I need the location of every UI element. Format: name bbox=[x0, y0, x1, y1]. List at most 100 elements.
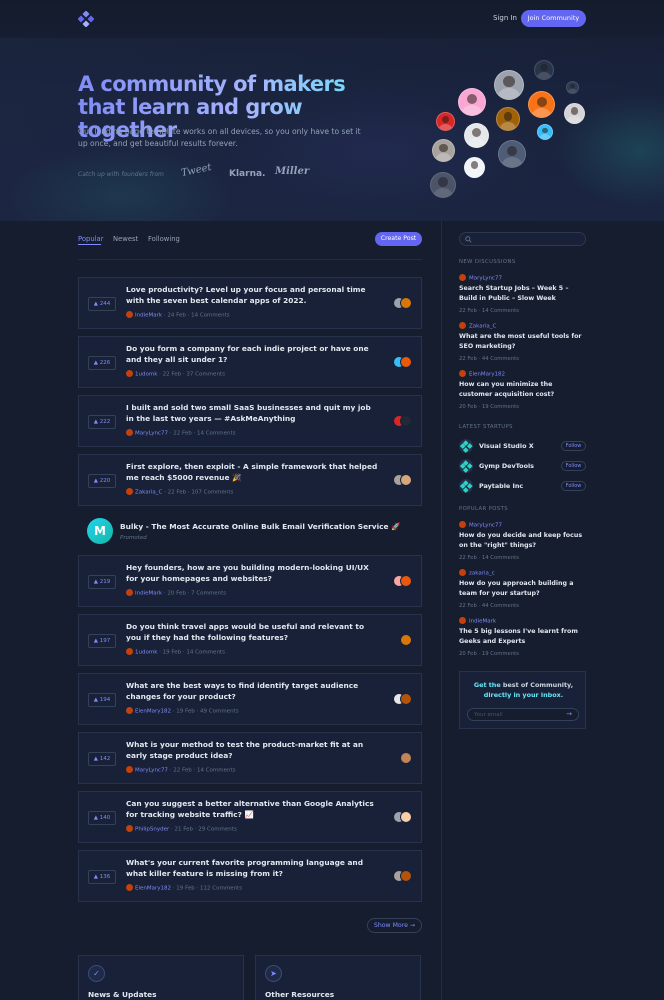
follow-button[interactable]: Follow bbox=[561, 481, 586, 491]
discussion-title[interactable]: How can you minimize the customer acquis… bbox=[459, 380, 586, 400]
avatar bbox=[400, 474, 412, 486]
post-comments[interactable]: 37 Comments bbox=[186, 372, 225, 378]
promo-title[interactable]: Bulky - The Most Accurate Online Bulk Em… bbox=[120, 522, 400, 531]
discussion-author[interactable]: ElenMary182 bbox=[459, 370, 505, 378]
follow-button[interactable]: Follow bbox=[561, 461, 586, 471]
post-comments[interactable]: 14 Comments bbox=[197, 768, 236, 774]
popular-post-author[interactable]: zakaria_c bbox=[459, 569, 495, 577]
upvote-button[interactable]: ▲ 226 bbox=[88, 356, 116, 370]
email-field[interactable]: Your email → bbox=[467, 708, 579, 721]
arrow-right-icon[interactable]: → bbox=[566, 710, 572, 718]
post-comments[interactable]: 7 Comments bbox=[191, 591, 226, 597]
upvote-button[interactable]: ▲ 197 bbox=[88, 634, 116, 648]
post-card[interactable]: ▲ 222 I built and sold two small SaaS bu… bbox=[78, 395, 422, 447]
post-card[interactable]: ▲ 219 Hey founders, how are you building… bbox=[78, 555, 422, 607]
promoted-post[interactable]: M Bulky - The Most Accurate Online Bulk … bbox=[78, 510, 422, 554]
discussion-author[interactable]: Zakaria_C bbox=[459, 322, 496, 330]
show-more-button[interactable]: Show More → bbox=[367, 918, 422, 933]
search-input[interactable] bbox=[459, 232, 586, 246]
discussion-title[interactable]: Search Startup Jobs – Week 5 – Build in … bbox=[459, 284, 586, 304]
divider bbox=[78, 259, 422, 260]
post-comments[interactable]: 112 Comments bbox=[200, 886, 242, 892]
cursor-icon: ➤ bbox=[265, 965, 282, 982]
post-card[interactable]: ▲ 136 What's your current favorite progr… bbox=[78, 850, 422, 902]
post-date: 19 Feb bbox=[162, 649, 182, 656]
post-author[interactable]: IndieMark bbox=[135, 313, 162, 319]
post-title[interactable]: Do you think travel apps would be useful… bbox=[126, 621, 381, 643]
post-title[interactable]: First explore, then exploit - A simple f… bbox=[126, 461, 381, 483]
post-comments[interactable]: 14 Comments bbox=[197, 431, 236, 437]
author-avatar bbox=[126, 884, 133, 891]
upvote-button[interactable]: ▲ 142 bbox=[88, 752, 116, 766]
popular-post-author[interactable]: MaryLync77 bbox=[459, 521, 502, 529]
upvote-button[interactable]: ▲ 244 bbox=[88, 297, 116, 311]
post-author[interactable]: Zakaria_C bbox=[135, 490, 162, 496]
post-card[interactable]: ▲ 140 Can you suggest a better alternati… bbox=[78, 791, 422, 843]
post-card[interactable]: ▲ 142 What is your method to test the pr… bbox=[78, 732, 422, 784]
post-meta: ElenMary182 · 19 Feb · 112 Comments bbox=[126, 884, 242, 892]
post-author[interactable]: 1udomk bbox=[135, 372, 157, 378]
follow-button[interactable]: Follow bbox=[561, 441, 586, 451]
sign-in-link[interactable]: Sign In bbox=[493, 14, 517, 22]
post-title[interactable]: Love productivity? Level up your focus a… bbox=[126, 284, 381, 306]
post-author[interactable]: ElenMary182 bbox=[135, 709, 171, 715]
tab-following[interactable]: Following bbox=[148, 235, 180, 243]
discussion-author[interactable]: MaryLync77 bbox=[459, 274, 502, 282]
post-card[interactable]: ▲ 194 What are the best ways to find ide… bbox=[78, 673, 422, 725]
post-card[interactable]: ▲ 197 Do you think travel apps would be … bbox=[78, 614, 422, 666]
post-title[interactable]: Do you form a company for each indie pro… bbox=[126, 343, 381, 365]
post-comments[interactable]: 14 Comments bbox=[191, 313, 230, 319]
avatar bbox=[400, 575, 412, 587]
tab-newest[interactable]: Newest bbox=[113, 235, 138, 243]
community-logo-icon[interactable] bbox=[78, 11, 94, 27]
card-title[interactable]: News & Updates bbox=[88, 990, 157, 999]
startup-name[interactable]: Gymp DevTools bbox=[479, 462, 534, 470]
popular-post-title[interactable]: The 5 big lessons I've learnt from Geeks… bbox=[459, 627, 586, 647]
post-comments[interactable]: 29 Comments bbox=[198, 827, 237, 833]
popular-post-title[interactable]: How do you decide and keep focus on the … bbox=[459, 531, 586, 551]
upvote-button[interactable]: ▲ 219 bbox=[88, 575, 116, 589]
post-meta: 1udomk · 22 Feb · 37 Comments bbox=[126, 370, 225, 378]
startup-name[interactable]: Visual Studio X bbox=[479, 442, 534, 450]
join-community-button[interactable]: Join Community bbox=[521, 10, 586, 27]
post-card[interactable]: ▲ 220 First explore, then exploit - A si… bbox=[78, 454, 422, 506]
post-card[interactable]: ▲ 226 Do you form a company for each ind… bbox=[78, 336, 422, 388]
author-avatar bbox=[126, 488, 133, 495]
post-comments[interactable]: 107 Comments bbox=[191, 490, 233, 496]
popular-post-title[interactable]: How do you approach building a team for … bbox=[459, 579, 586, 599]
card-title[interactable]: Other Resources bbox=[265, 990, 334, 999]
post-title[interactable]: What are the best ways to find identify … bbox=[126, 680, 381, 702]
upvote-button[interactable]: ▲ 194 bbox=[88, 693, 116, 707]
startup-name[interactable]: Paytable Inc bbox=[479, 482, 523, 490]
create-post-button[interactable]: Create Post bbox=[375, 232, 422, 246]
upvote-button[interactable]: ▲ 222 bbox=[88, 415, 116, 429]
post-meta: ElenMary182 · 19 Feb · 49 Comments bbox=[126, 707, 239, 715]
avatar bbox=[464, 123, 489, 148]
post-author[interactable]: ElenMary182 bbox=[135, 886, 171, 892]
post-comments[interactable]: 14 Comments bbox=[186, 650, 225, 656]
post-title[interactable]: Can you suggest a better alternative tha… bbox=[126, 798, 381, 820]
post-title[interactable]: Hey founders, how are you building moder… bbox=[126, 562, 381, 584]
post-comments[interactable]: 49 Comments bbox=[200, 709, 239, 715]
post-title[interactable]: What is your method to test the product-… bbox=[126, 739, 381, 761]
post-author[interactable]: 1udomk bbox=[135, 650, 157, 656]
author-avatar bbox=[126, 707, 133, 714]
discussion-title[interactable]: What are the most useful tools for SEO m… bbox=[459, 332, 586, 352]
news-updates-card[interactable]: ✓ News & Updates bbox=[78, 955, 244, 1000]
post-card[interactable]: ▲ 244 Love productivity? Level up your f… bbox=[78, 277, 422, 329]
post-title[interactable]: I built and sold two small SaaS business… bbox=[126, 402, 381, 424]
brand-logo-klarna: Klarna. bbox=[229, 169, 266, 179]
post-title[interactable]: What's your current favorite programming… bbox=[126, 857, 381, 879]
upvote-button[interactable]: ▲ 220 bbox=[88, 474, 116, 488]
upvote-button[interactable]: ▲ 136 bbox=[88, 870, 116, 884]
popular-post-author[interactable]: IndieMark bbox=[459, 617, 496, 625]
post-date: 19 Feb bbox=[176, 708, 195, 715]
avatar bbox=[494, 70, 524, 100]
post-author[interactable]: PhilipSnyder bbox=[135, 827, 169, 833]
tab-popular[interactable]: Popular bbox=[78, 235, 104, 243]
other-resources-card[interactable]: ➤ Other Resources bbox=[255, 955, 421, 1000]
upvote-button[interactable]: ▲ 140 bbox=[88, 811, 116, 825]
post-author[interactable]: MaryLync77 bbox=[135, 768, 168, 774]
post-author[interactable]: MaryLync77 bbox=[135, 431, 168, 437]
post-author[interactable]: IndieMark bbox=[135, 591, 162, 597]
